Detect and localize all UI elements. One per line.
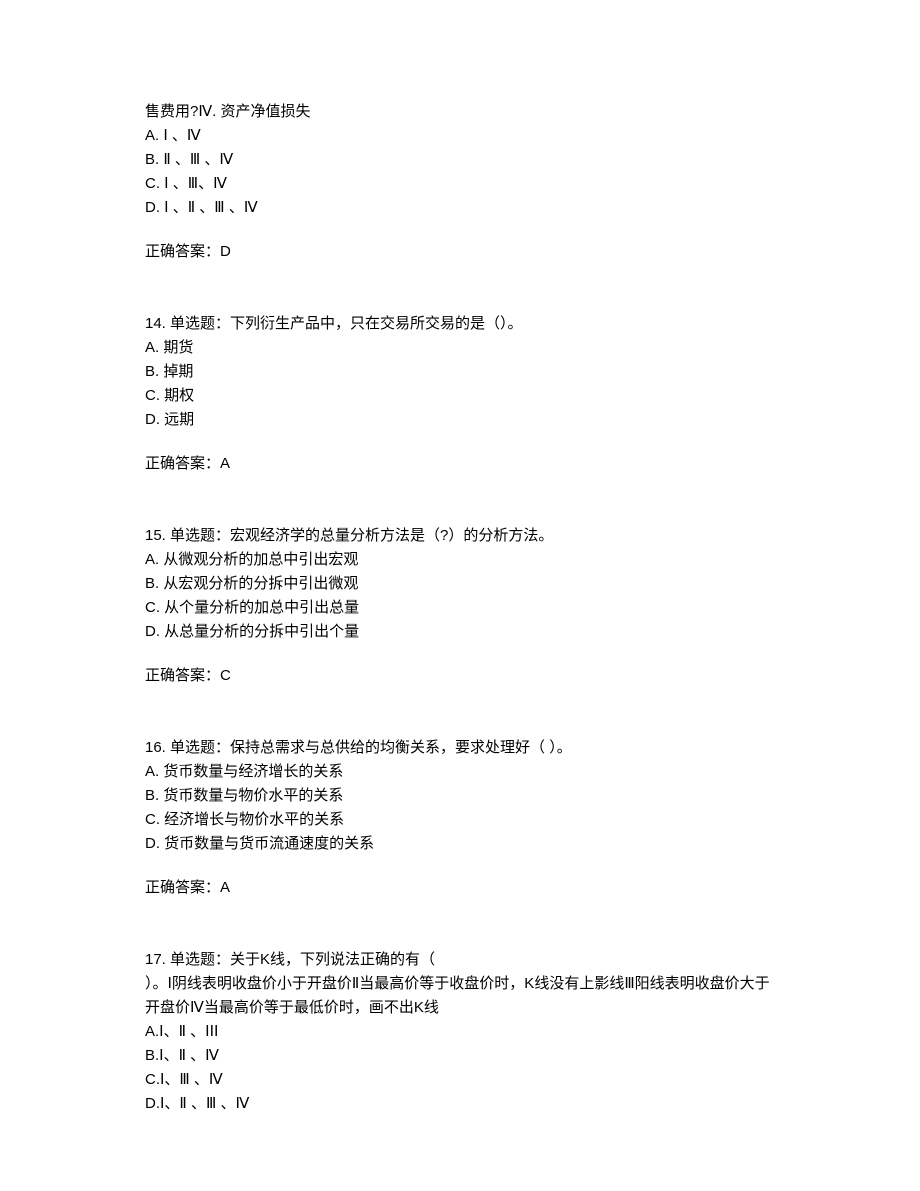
option-b: B. Ⅱ 、Ⅲ 、Ⅳ xyxy=(145,148,775,172)
question-13-partial: 售费用?Ⅳ. 资产净值损失 A. Ⅰ 、Ⅳ B. Ⅱ 、Ⅲ 、Ⅳ C. Ⅰ 、Ⅲ… xyxy=(145,100,775,264)
question-stem: 14. 单选题：下列衍生产品中，只在交易所交易的是（）。 xyxy=(145,312,775,336)
question-stem-line1: 17. 单选题：关于K线，下列说法正确的有（ xyxy=(145,948,775,972)
correct-answer: 正确答案：A xyxy=(145,452,775,476)
question-stem: 16. 单选题：保持总需求与总供给的均衡关系，要求处理好（ ）。 xyxy=(145,736,775,760)
option-b: B. 从宏观分析的分拆中引出微观 xyxy=(145,572,775,596)
option-c: C.Ⅰ、Ⅲ 、Ⅳ xyxy=(145,1068,775,1092)
option-b: B.Ⅰ、Ⅱ 、Ⅳ xyxy=(145,1044,775,1068)
question-fragment: 售费用?Ⅳ. 资产净值损失 xyxy=(145,100,775,124)
correct-answer: 正确答案：C xyxy=(145,664,775,688)
option-c: C. 期权 xyxy=(145,384,775,408)
question-stem: 15. 单选题：宏观经济学的总量分析方法是（?）的分析方法。 xyxy=(145,524,775,548)
question-14: 14. 单选题：下列衍生产品中，只在交易所交易的是（）。 A. 期货 B. 掉期… xyxy=(145,312,775,476)
option-b: B. 掉期 xyxy=(145,360,775,384)
option-a: A. 期货 xyxy=(145,336,775,360)
question-16: 16. 单选题：保持总需求与总供给的均衡关系，要求处理好（ ）。 A. 货币数量… xyxy=(145,736,775,900)
option-c: C. 经济增长与物价水平的关系 xyxy=(145,808,775,832)
option-d: D. Ⅰ 、Ⅱ 、Ⅲ 、Ⅳ xyxy=(145,196,775,220)
question-17: 17. 单选题：关于K线，下列说法正确的有（ ）。Ⅰ阴线表明收盘价小于开盘价Ⅱ当… xyxy=(145,948,775,1116)
option-b: B. 货币数量与物价水平的关系 xyxy=(145,784,775,808)
option-c: C. 从个量分析的加总中引出总量 xyxy=(145,596,775,620)
question-15: 15. 单选题：宏观经济学的总量分析方法是（?）的分析方法。 A. 从微观分析的… xyxy=(145,524,775,688)
correct-answer: 正确答案：D xyxy=(145,240,775,264)
correct-answer: 正确答案：A xyxy=(145,876,775,900)
option-a: A. 从微观分析的加总中引出宏观 xyxy=(145,548,775,572)
question-stem-line2: ）。Ⅰ阴线表明收盘价小于开盘价Ⅱ当最高价等于收盘价时，K线没有上影线Ⅲ阳线表明收… xyxy=(145,972,775,1020)
option-a: A.Ⅰ、Ⅱ 、ⅠⅠⅠ xyxy=(145,1020,775,1044)
option-d: D. 远期 xyxy=(145,408,775,432)
option-c: C. Ⅰ 、Ⅲ、Ⅳ xyxy=(145,172,775,196)
option-d: D. 从总量分析的分拆中引出个量 xyxy=(145,620,775,644)
option-a: A. Ⅰ 、Ⅳ xyxy=(145,124,775,148)
option-d: D.Ⅰ、Ⅱ 、Ⅲ 、Ⅳ xyxy=(145,1092,775,1116)
option-a: A. 货币数量与经济增长的关系 xyxy=(145,760,775,784)
option-d: D. 货币数量与货币流通速度的关系 xyxy=(145,832,775,856)
